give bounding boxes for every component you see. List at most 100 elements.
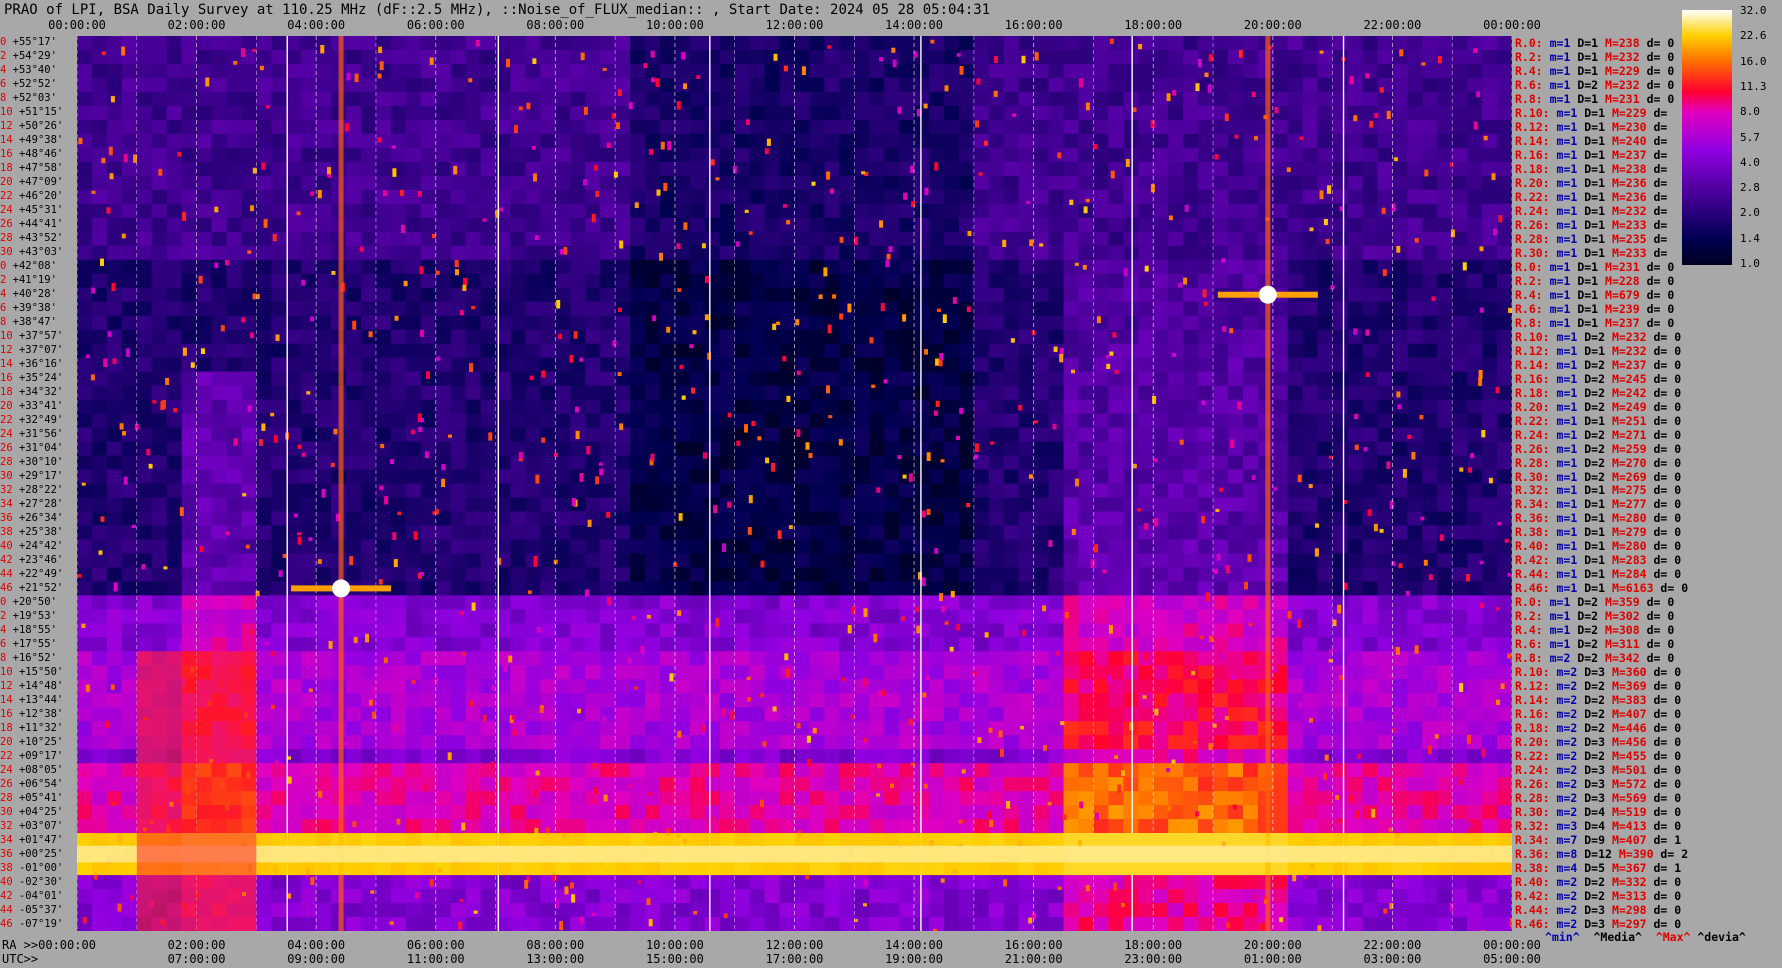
heatmap-cell <box>1317 665 1334 680</box>
heatmap-cell <box>824 343 840 359</box>
heatmap-cell <box>929 385 945 401</box>
heatmap-cell <box>1063 175 1080 191</box>
heatmap-cell <box>1242 36 1259 51</box>
heatmap-cell <box>958 595 975 610</box>
heatmap-cell <box>1407 147 1423 163</box>
heatmap-cell <box>1377 161 1394 177</box>
heatmap-cell <box>585 49 601 65</box>
heatmap-cell <box>630 119 646 135</box>
heatmap-cell <box>361 49 377 65</box>
heatmap-cell <box>839 693 855 708</box>
heatmap-cell <box>1287 343 1304 359</box>
heatmap-cell <box>465 133 482 149</box>
heatmap-cell <box>615 581 631 596</box>
heatmap-cell <box>1242 497 1259 513</box>
heatmap-cell <box>1018 119 1035 135</box>
heatmap-cell <box>1317 735 1334 750</box>
heatmap-cell <box>988 245 1005 261</box>
heatmap-cell <box>988 553 1005 568</box>
heatmap-cell <box>271 469 287 485</box>
heatmap-cell <box>600 721 616 736</box>
heatmap-cell <box>854 651 870 666</box>
heatmap-cell <box>361 609 377 624</box>
heatmap-cell <box>749 175 766 191</box>
heatmap-cell <box>689 301 706 317</box>
heatmap-cell <box>1003 175 1020 191</box>
heatmap-cell <box>1153 721 1169 736</box>
heatmap-cell <box>77 385 93 401</box>
heatmap-cell <box>1272 91 1289 107</box>
heatmap-cell <box>958 301 975 317</box>
heatmap-cell <box>346 357 362 373</box>
heatmap-cell <box>570 273 586 289</box>
heatmap-cell <box>1227 175 1244 191</box>
heatmap-cell <box>420 553 437 568</box>
heatmap-cell <box>929 91 945 107</box>
heatmap-cell <box>839 371 855 387</box>
heatmap-cell <box>600 497 616 513</box>
heatmap-cell <box>1347 245 1364 261</box>
heatmap-cell <box>136 511 153 527</box>
heatmap-cell <box>405 133 422 149</box>
heatmap-cell <box>973 315 990 331</box>
heatmap-cell <box>1482 581 1498 596</box>
heatmap-cell <box>136 91 153 107</box>
heatmap-cell <box>645 287 661 303</box>
heatmap-cell <box>1437 595 1453 610</box>
heatmap-cell <box>1452 567 1468 582</box>
heatmap-cell <box>1467 161 1483 177</box>
heatmap-cell <box>1422 357 1438 373</box>
heatmap-cell <box>704 413 721 429</box>
heatmap-cell <box>525 553 541 568</box>
heatmap-cell <box>1227 189 1244 205</box>
heatmap-cell <box>151 497 168 513</box>
heatmap-cell <box>1392 77 1408 93</box>
heatmap-cell <box>286 679 302 694</box>
heatmap-cell <box>988 273 1005 289</box>
heatmap-cell <box>869 245 885 261</box>
heatmap-cell <box>1183 539 1199 555</box>
heatmap-cell <box>435 161 452 177</box>
heatmap-cell <box>734 371 751 387</box>
heatmap-cell <box>480 287 497 303</box>
heatmap-cell <box>943 469 960 485</box>
heatmap-cell <box>749 721 766 736</box>
heatmap-cell <box>1227 455 1244 471</box>
heatmap-cell <box>555 707 571 722</box>
heatmap-cell <box>1392 273 1408 289</box>
heatmap-cell <box>899 91 915 107</box>
heatmap-cell <box>1302 301 1319 317</box>
heatmap-cell <box>405 203 422 219</box>
heatmap-cell <box>585 315 601 331</box>
heatmap-cell <box>271 371 287 387</box>
heatmap-cell <box>570 63 586 79</box>
heatmap-cell <box>809 665 825 680</box>
heatmap-cell <box>1482 735 1498 750</box>
heatmap-cell <box>211 329 228 345</box>
heatmap-cell <box>136 287 153 303</box>
heatmap-cell <box>764 511 781 527</box>
heatmap-cell <box>1213 469 1229 485</box>
heatmap-cell <box>1302 497 1319 513</box>
heatmap-cell <box>1302 273 1319 289</box>
heatmap-cell <box>375 749 392 764</box>
heatmap-cell <box>674 315 691 331</box>
heatmap-cell <box>570 749 586 764</box>
heatmap-cell <box>510 231 527 247</box>
heatmap-cell <box>1063 203 1080 219</box>
heatmap-cell <box>405 161 422 177</box>
heatmap-cell <box>719 315 736 331</box>
heatmap-cell <box>555 665 571 680</box>
heatmap-cell <box>749 595 766 610</box>
heatmap-cell <box>1153 427 1169 443</box>
heatmap-cell <box>884 623 900 638</box>
heatmap-cell <box>405 371 422 387</box>
heatmap-cell <box>764 595 781 610</box>
heatmap-cell <box>689 679 706 694</box>
heatmap-cell <box>929 63 945 79</box>
heatmap-cell <box>1168 581 1184 596</box>
heatmap-cell <box>435 399 452 415</box>
heatmap-cell <box>869 427 885 443</box>
heatmap-cell <box>779 497 796 513</box>
heatmap-cell <box>1153 553 1169 568</box>
